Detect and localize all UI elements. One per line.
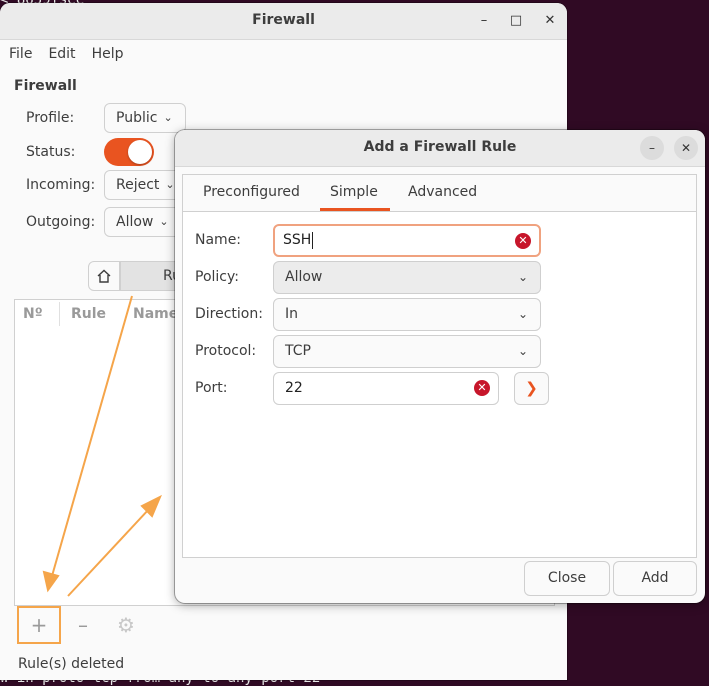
chevron-right-icon: ❯ bbox=[525, 379, 538, 397]
incoming-dropdown[interactable]: Reject ⌄ bbox=[104, 170, 184, 200]
menu-help[interactable]: Help bbox=[92, 46, 124, 62]
dialog-titlebar[interactable]: Add a Firewall Rule – ✕ bbox=[175, 130, 705, 167]
port-input[interactable]: 22 ✕ bbox=[273, 372, 499, 405]
protocol-label: Protocol: bbox=[195, 343, 257, 359]
outgoing-label: Outgoing: bbox=[26, 214, 96, 230]
protocol-value: TCP bbox=[285, 343, 311, 359]
statusbar-text: Rule(s) deleted bbox=[18, 656, 125, 672]
name-value: SSH bbox=[283, 232, 312, 248]
tab-rules[interactable]: Ru bbox=[120, 261, 180, 291]
maximize-button[interactable]: □ bbox=[504, 9, 528, 33]
column-separator bbox=[59, 302, 60, 326]
add-rule-button[interactable]: + bbox=[17, 606, 61, 644]
dialog-notebook: Preconfigured Simple Advanced Name: SSH … bbox=[182, 174, 697, 558]
toggle-knob bbox=[128, 140, 152, 164]
direction-label: Direction: bbox=[195, 306, 263, 322]
active-tab-indicator bbox=[320, 208, 390, 211]
firewall-titlebar[interactable]: Firewall – □ ✕ bbox=[0, 3, 567, 40]
section-title: Firewall bbox=[14, 78, 77, 94]
port-next-button[interactable]: ❯ bbox=[514, 372, 549, 405]
name-label: Name: bbox=[195, 232, 242, 248]
home-button[interactable] bbox=[88, 261, 120, 291]
menu-edit[interactable]: Edit bbox=[48, 46, 75, 62]
minimize-button[interactable]: – bbox=[472, 9, 496, 33]
status-label: Status: bbox=[26, 144, 76, 160]
outgoing-value: Allow bbox=[116, 214, 154, 230]
dialog-title: Add a Firewall Rule bbox=[363, 139, 517, 155]
port-label: Port: bbox=[195, 380, 228, 396]
column-header-rule[interactable]: Rule bbox=[71, 306, 106, 322]
close-button[interactable]: ✕ bbox=[538, 9, 562, 33]
incoming-value: Reject bbox=[116, 177, 160, 193]
clear-port-icon[interactable]: ✕ bbox=[474, 380, 490, 396]
tab-simple[interactable]: Simple bbox=[330, 184, 378, 200]
profile-value: Public bbox=[116, 110, 158, 126]
chevron-down-icon: ⌄ bbox=[159, 215, 169, 228]
policy-label: Policy: bbox=[195, 269, 239, 285]
text-caret bbox=[312, 231, 314, 249]
profile-label: Profile: bbox=[26, 110, 75, 126]
chevron-down-icon: ⌄ bbox=[517, 307, 528, 321]
direction-value: In bbox=[285, 306, 299, 322]
profile-dropdown[interactable]: Public ⌄ bbox=[104, 103, 186, 133]
remove-rule-button[interactable]: – bbox=[61, 606, 105, 644]
column-header-name[interactable]: Name bbox=[133, 306, 178, 322]
incoming-label: Incoming: bbox=[26, 177, 96, 193]
dialog-close-action-button[interactable]: Close bbox=[524, 561, 610, 596]
chevron-down-icon: ⌄ bbox=[517, 344, 528, 358]
menubar: File Edit Help bbox=[0, 40, 567, 68]
chevron-down-icon: ⌄ bbox=[517, 270, 528, 284]
clear-name-icon[interactable]: ✕ bbox=[515, 233, 531, 249]
port-value: 22 bbox=[285, 380, 303, 396]
home-icon bbox=[97, 269, 111, 283]
dialog-add-button[interactable]: Add bbox=[613, 561, 697, 596]
policy-value: Allow bbox=[285, 269, 323, 285]
direction-select[interactable]: In ⌄ bbox=[273, 298, 541, 331]
settings-gear-icon[interactable]: ⚙ bbox=[104, 606, 148, 644]
chevron-down-icon: ⌄ bbox=[165, 178, 175, 191]
policy-select[interactable]: Allow ⌄ bbox=[273, 261, 541, 294]
menu-file[interactable]: File bbox=[9, 46, 32, 62]
add-rule-dialog: Add a Firewall Rule – ✕ Preconfigured Si… bbox=[175, 130, 705, 603]
status-toggle[interactable] bbox=[104, 138, 154, 166]
outgoing-dropdown[interactable]: Allow ⌄ bbox=[104, 207, 184, 237]
chevron-down-icon: ⌄ bbox=[163, 111, 173, 124]
dialog-tabs: Preconfigured Simple Advanced bbox=[183, 175, 696, 212]
name-input[interactable]: SSH ✕ bbox=[273, 224, 541, 257]
tab-preconfigured[interactable]: Preconfigured bbox=[203, 184, 300, 200]
dialog-minimize-button[interactable]: – bbox=[640, 136, 664, 160]
protocol-select[interactable]: TCP ⌄ bbox=[273, 335, 541, 368]
tab-advanced[interactable]: Advanced bbox=[408, 184, 477, 200]
column-header-number[interactable]: Nº bbox=[23, 306, 43, 322]
dialog-close-button[interactable]: ✕ bbox=[674, 136, 698, 160]
